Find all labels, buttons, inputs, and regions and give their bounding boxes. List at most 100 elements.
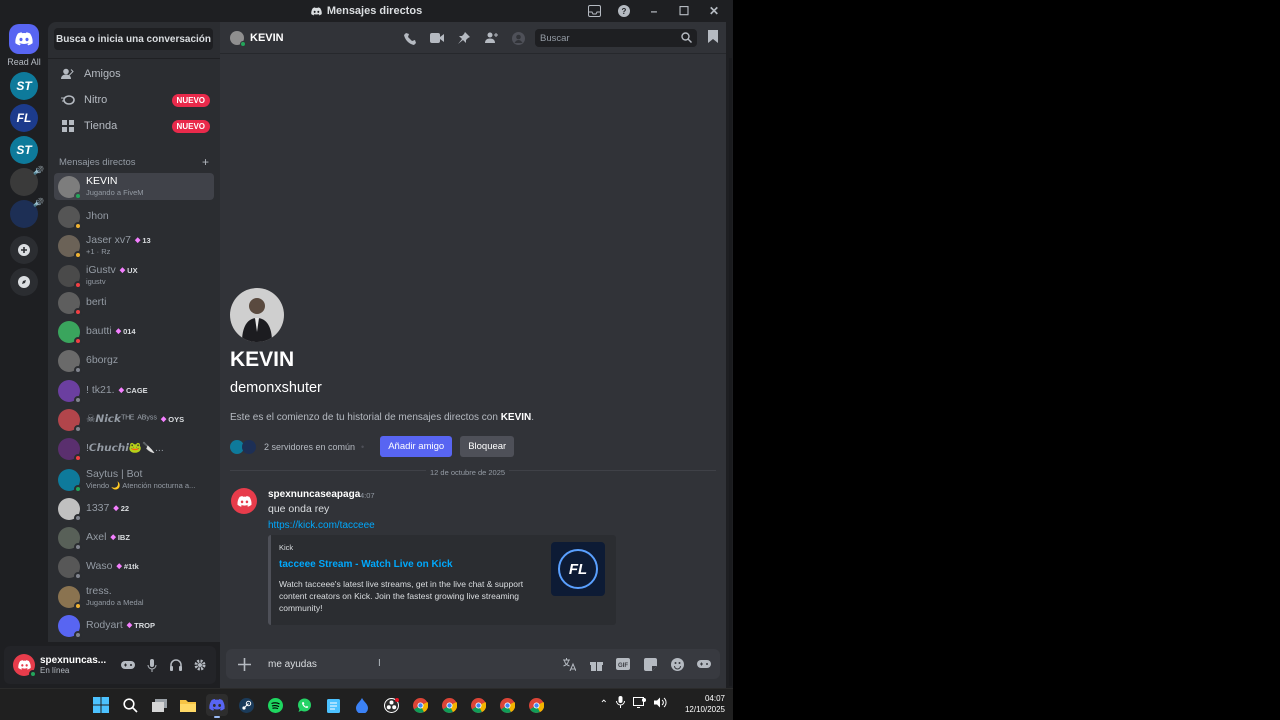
close-icon[interactable]: ✕ <box>701 0 727 22</box>
settings-gear-icon[interactable] <box>192 657 208 673</box>
read-all-label[interactable]: Read All <box>7 57 41 67</box>
chrome-profile-icon[interactable] <box>438 694 460 716</box>
nav-friends[interactable]: Amigos <box>54 62 214 86</box>
translate-icon[interactable] <box>561 656 577 672</box>
minimize-icon[interactable]: – <box>641 0 667 22</box>
dm-list-item[interactable]: Saytus | Bot Viendo 🌙 Atención nocturna a… <box>54 466 214 493</box>
discord-avatar-icon <box>236 495 252 507</box>
emoji-icon[interactable] <box>669 656 685 672</box>
message-avatar[interactable] <box>231 488 257 514</box>
status-dot <box>74 453 82 462</box>
system-clock[interactable]: 04:07 12/10/2025 <box>685 693 725 715</box>
clan-badge-icon: ◆ <box>116 563 122 570</box>
obs-icon[interactable] <box>380 694 402 716</box>
file-explorer-icon[interactable] <box>177 694 199 716</box>
steam-icon[interactable] <box>235 694 257 716</box>
add-to-dm-icon[interactable] <box>483 30 499 46</box>
add-server-button[interactable] <box>10 236 38 264</box>
message-author[interactable]: spexnuncaseapaga <box>268 489 360 500</box>
dm-search-button[interactable]: Busca o inicia una conversación <box>54 28 213 50</box>
welcome-avatar[interactable] <box>230 288 284 342</box>
server-icon[interactable]: 🔊 <box>10 166 43 196</box>
microphone-icon[interactable] <box>144 657 160 673</box>
search-icon[interactable] <box>119 694 141 716</box>
headphones-icon[interactable] <box>168 657 184 673</box>
server-icon[interactable]: ST <box>10 136 38 164</box>
dm-list-item[interactable]: berti <box>54 289 214 316</box>
nav-nitro[interactable]: Nitro NUEVO <box>54 88 214 112</box>
gif-icon[interactable]: GIF <box>615 656 631 672</box>
activities-gamepad-icon[interactable] <box>696 656 712 672</box>
app-drop-icon[interactable] <box>351 694 373 716</box>
dm-list-item[interactable]: iGustv ◆ UX igustv <box>54 262 214 289</box>
dm-list-item[interactable]: Waso ◆ #1tk <box>54 553 214 580</box>
dm-list-item[interactable]: Rodyart ◆ TROP <box>54 612 214 639</box>
user-avatar[interactable] <box>13 654 37 678</box>
message-input[interactable]: me ayudas <box>268 659 317 670</box>
server-icon[interactable]: ST <box>10 72 38 100</box>
clan-tag-text: #1tk <box>123 562 139 571</box>
video-call-icon[interactable] <box>429 30 445 46</box>
nav-shop-label: Tienda <box>84 120 118 132</box>
bookmark-icon[interactable] <box>708 30 718 48</box>
chrome-profile-icon[interactable] <box>496 694 518 716</box>
discord-taskbar-icon[interactable] <box>206 694 228 718</box>
chevron-up-icon[interactable]: ⌃ <box>600 699 608 710</box>
chrome-profile-icon[interactable] <box>467 694 489 716</box>
dm-list-item[interactable]: bautti ◆ 014 <box>54 318 214 345</box>
sticker-icon[interactable] <box>642 656 658 672</box>
mutual-server-icons[interactable] <box>230 439 258 454</box>
dm-name: Jhon <box>86 210 109 222</box>
spotify-icon[interactable] <box>264 694 286 716</box>
block-button[interactable]: Bloquear <box>460 436 515 457</box>
server-icon[interactable]: 🔊 <box>10 198 43 228</box>
scrollbar[interactable] <box>729 58 732 686</box>
gift-icon[interactable] <box>588 656 604 672</box>
dm-list-item[interactable]: KEVIN Jugando a FiveM <box>54 173 214 200</box>
task-view-icon[interactable] <box>148 694 170 716</box>
maximize-icon[interactable]: ☐ <box>671 0 697 22</box>
dm-list-item[interactable]: !𝘾𝙝𝙪𝙘𝙝𝙞🐸🔪... <box>54 435 214 462</box>
dm-name-row: !𝘾𝙝𝙪𝙘𝙝𝙞🐸🔪... <box>86 443 164 454</box>
attach-plus-icon[interactable] <box>230 657 258 671</box>
microphone-tray-icon[interactable] <box>615 695 625 713</box>
dm-list-item[interactable]: Jaser xv7 ◆ 13 +1 · Rz <box>54 232 214 259</box>
add-friend-button[interactable]: Añadir amigo <box>380 436 453 457</box>
whatsapp-icon[interactable] <box>293 694 315 716</box>
dm-list-item[interactable]: 1337 ◆ 22 <box>54 495 214 522</box>
chrome-icon[interactable] <box>409 694 431 716</box>
create-dm-icon[interactable]: + <box>202 156 209 168</box>
dm-list-item[interactable]: tress. Jugando a Medal <box>54 583 214 610</box>
home-button[interactable] <box>9 24 39 54</box>
pin-icon[interactable] <box>456 30 472 46</box>
display-icon[interactable] <box>632 695 646 713</box>
notepad-icon[interactable] <box>322 694 344 716</box>
embed-title-link[interactable]: tacceee Stream - Watch Live on Kick <box>279 559 453 570</box>
volume-icon[interactable] <box>653 695 667 713</box>
chat-header-avatar[interactable] <box>230 30 246 47</box>
embed-thumbnail[interactable]: FL <box>551 542 605 596</box>
inbox-icon[interactable] <box>581 0 607 22</box>
dm-list-item[interactable]: ☠𝙉𝙞𝙘𝙠ᵀᴴᴱ ᴬᴮʸˢˢ ◆ OYS <box>54 406 214 433</box>
dm-list-item[interactable]: Jhon <box>54 203 214 230</box>
dm-list-item[interactable]: Axel ◆ IBZ <box>54 524 214 551</box>
nav-nitro-label: Nitro <box>84 94 108 106</box>
user-profile-icon[interactable] <box>510 30 526 46</box>
chat-header-name[interactable]: KEVIN <box>250 32 284 44</box>
dm-list-item[interactable]: 6borgz <box>54 347 214 374</box>
message-link[interactable]: https://kick.com/tacceee <box>268 520 375 531</box>
dm-list-item[interactable]: ! tk21. ◆ CAGE <box>54 377 214 404</box>
help-icon[interactable]: ? <box>611 0 637 22</box>
gamepad-icon[interactable] <box>120 657 136 673</box>
user-panel: spexnuncas... En línea <box>4 646 216 684</box>
voice-call-icon[interactable] <box>402 30 418 46</box>
server-icon[interactable]: FL <box>10 104 38 132</box>
message-composer[interactable]: me ayudas I GIF <box>226 649 720 679</box>
chat-search-input[interactable]: Buscar <box>535 29 697 47</box>
nav-shop[interactable]: Tienda NUEVO <box>54 114 214 138</box>
chrome-profile-icon[interactable] <box>525 694 547 716</box>
dm-activity: +1 · Rz <box>86 246 111 256</box>
windows-start-icon[interactable] <box>90 694 112 716</box>
explore-servers-button[interactable] <box>10 268 38 296</box>
mutual-servers-link[interactable]: 2 servidores en común <box>264 442 355 452</box>
